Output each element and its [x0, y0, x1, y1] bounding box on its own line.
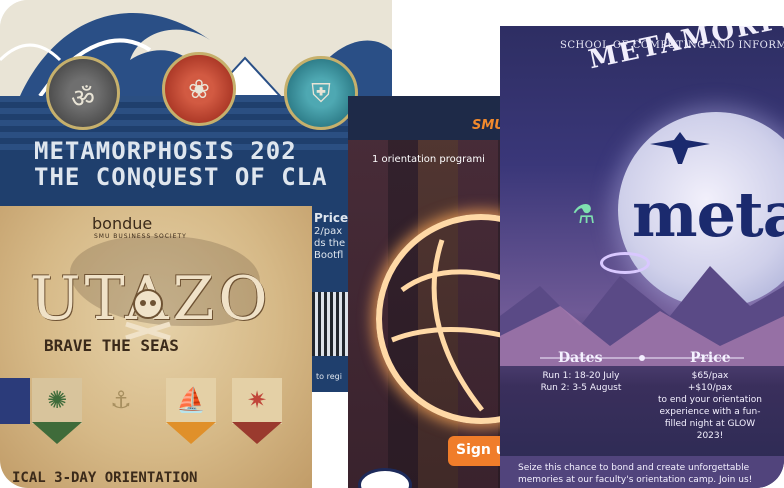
eagle-icon: [650, 132, 710, 164]
lotus-icon: ❀: [162, 52, 236, 126]
skull-crossbones-icon: [125, 289, 171, 340]
octopus-icon: ✷: [232, 378, 282, 448]
mountains-illustration: [500, 266, 784, 366]
footer-banner: Seize this chance to bond and create unf…: [500, 456, 784, 488]
tagline: 1 orientation programi: [372, 154, 485, 165]
poster-meta: SCHOOL OF COMPUTING AND INFORMATI METAMO…: [500, 26, 784, 488]
price-header: Price: [690, 350, 731, 366]
poster-title: METAMORPHOSIS 202 THE CONQUEST OF CLA: [34, 137, 328, 191]
dates-text: Run 1: 18-20 July Run 2: 3-5 August: [540, 371, 622, 393]
register-note: to regi: [316, 372, 342, 381]
meta-logo: meta: [632, 178, 784, 251]
anchor-icon: ⚓: [110, 386, 132, 414]
ship-icon: ⛵: [166, 378, 216, 448]
poster-utazo: bondue SMU BUSINESS SOCIETY UTAZO BRAVE …: [0, 206, 312, 488]
shield-icon: ⛨: [284, 56, 358, 130]
footer-text: Seize this chance to bond and create unf…: [518, 463, 753, 485]
dates-header: Dates: [558, 350, 603, 366]
banner-partial: [0, 378, 30, 448]
orientation-text: ICAL 3-DAY ORIENTATION: [12, 470, 198, 486]
flask-icon: ⚗: [572, 200, 596, 230]
price-text: $65/pax +$10/pax to end your orientation…: [657, 371, 763, 441]
brand-logo: bondue SMU BUSINESS SOCIETY: [92, 214, 187, 240]
subtitle: BRAVE THE SEAS: [44, 336, 179, 355]
kraken-icon: ✺: [32, 378, 82, 448]
om-symbol-icon: ॐ: [46, 56, 120, 130]
poster-collage: ॐ ❀ ⛨ METAMORPHOSIS 202 THE CONQUEST OF …: [0, 0, 784, 488]
